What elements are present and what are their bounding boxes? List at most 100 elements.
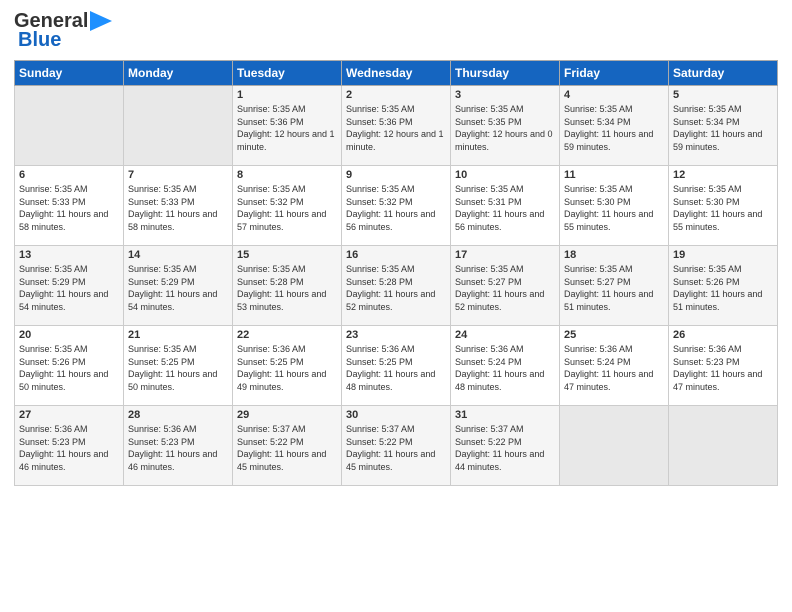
calendar-cell: 31 Sunrise: 5:37 AMSunset: 5:22 PMDayligh… xyxy=(451,406,560,486)
calendar-cell: 26 Sunrise: 5:36 AMSunset: 5:23 PMDayligh… xyxy=(669,326,778,406)
day-info: Sunrise: 5:35 AMSunset: 5:30 PMDaylight:… xyxy=(564,183,664,233)
day-number: 27 xyxy=(19,409,119,421)
weekday-header-row: SundayMondayTuesdayWednesdayThursdayFrid… xyxy=(15,61,778,86)
day-number: 26 xyxy=(673,329,773,341)
day-info: Sunrise: 5:36 AMSunset: 5:23 PMDaylight:… xyxy=(128,423,228,473)
day-number: 12 xyxy=(673,169,773,181)
day-number: 6 xyxy=(19,169,119,181)
calendar-cell: 25 Sunrise: 5:36 AMSunset: 5:24 PMDayligh… xyxy=(560,326,669,406)
day-info: Sunrise: 5:35 AMSunset: 5:29 PMDaylight:… xyxy=(19,263,119,313)
day-number: 10 xyxy=(455,169,555,181)
day-info: Sunrise: 5:37 AMSunset: 5:22 PMDaylight:… xyxy=(346,423,446,473)
calendar-cell: 30 Sunrise: 5:37 AMSunset: 5:22 PMDayligh… xyxy=(342,406,451,486)
weekday-header-cell: Friday xyxy=(560,61,669,86)
calendar-cell: 17Sunrise: 5:35 AMSunset: 5:27 PMDayligh… xyxy=(451,246,560,326)
calendar-cell: 1 Sunrise: 5:35 AMSunset: 5:36 PMDaylight… xyxy=(233,86,342,166)
calendar-cell: 4 Sunrise: 5:35 AMSunset: 5:34 PMDaylight… xyxy=(560,86,669,166)
calendar-cell: 12 Sunrise: 5:35 AMSunset: 5:30 PMDayligh… xyxy=(669,166,778,246)
calendar-week-row: 1 Sunrise: 5:35 AMSunset: 5:36 PMDaylight… xyxy=(15,86,778,166)
calendar-week-row: 27 Sunrise: 5:36 AMSunset: 5:23 PMDayligh… xyxy=(15,406,778,486)
day-info: Sunrise: 5:36 AMSunset: 5:25 PMDaylight:… xyxy=(237,343,337,393)
calendar-cell: 7 Sunrise: 5:35 AMSunset: 5:33 PMDaylight… xyxy=(124,166,233,246)
day-number: 9 xyxy=(346,169,446,181)
logo: General Blue xyxy=(14,10,112,52)
day-info: Sunrise: 5:35 AMSunset: 5:31 PMDaylight:… xyxy=(455,183,555,233)
day-number: 5 xyxy=(673,89,773,101)
calendar-cell: 20 Sunrise: 5:35 AMSunset: 5:26 PMDayligh… xyxy=(15,326,124,406)
day-info: Sunrise: 5:35 AMSunset: 5:26 PMDaylight:… xyxy=(19,343,119,393)
day-info: Sunrise: 5:35 AMSunset: 5:30 PMDaylight:… xyxy=(673,183,773,233)
logo-blue: Blue xyxy=(18,29,61,52)
day-info: Sunrise: 5:35 AMSunset: 5:25 PMDaylight:… xyxy=(128,343,228,393)
day-info: Sunrise: 5:35 AMSunset: 5:34 PMDaylight:… xyxy=(673,103,773,153)
day-number: 7 xyxy=(128,169,228,181)
day-number: 3 xyxy=(455,89,555,101)
calendar-cell: 18 Sunrise: 5:35 AMSunset: 5:27 PMDayligh… xyxy=(560,246,669,326)
calendar-cell: 27 Sunrise: 5:36 AMSunset: 5:23 PMDayligh… xyxy=(15,406,124,486)
day-info: Sunrise: 5:35 AMSunset: 5:33 PMDaylight:… xyxy=(128,183,228,233)
calendar-cell: 3 Sunrise: 5:35 AMSunset: 5:35 PMDaylight… xyxy=(451,86,560,166)
day-number: 2 xyxy=(346,89,446,101)
day-info: Sunrise: 5:35 AMSunset: 5:32 PMDaylight:… xyxy=(346,183,446,233)
calendar-cell: 28 Sunrise: 5:36 AMSunset: 5:23 PMDayligh… xyxy=(124,406,233,486)
day-number: 18 xyxy=(564,249,664,261)
day-number: 17 xyxy=(455,249,555,261)
logo-arrow-icon xyxy=(90,11,112,31)
day-number: 4 xyxy=(564,89,664,101)
day-number: 24 xyxy=(455,329,555,341)
calendar-cell: 5 Sunrise: 5:35 AMSunset: 5:34 PMDaylight… xyxy=(669,86,778,166)
day-info: Sunrise: 5:35 AMSunset: 5:35 PMDaylight:… xyxy=(455,103,555,153)
calendar-table: SundayMondayTuesdayWednesdayThursdayFrid… xyxy=(14,60,778,486)
day-info: Sunrise: 5:35 AMSunset: 5:36 PMDaylight:… xyxy=(237,103,337,153)
day-info: Sunrise: 5:35 AMSunset: 5:34 PMDaylight:… xyxy=(564,103,664,153)
calendar-cell xyxy=(124,86,233,166)
weekday-header-cell: Sunday xyxy=(15,61,124,86)
calendar-cell: 10 Sunrise: 5:35 AMSunset: 5:31 PMDayligh… xyxy=(451,166,560,246)
weekday-header-cell: Saturday xyxy=(669,61,778,86)
day-number: 28 xyxy=(128,409,228,421)
calendar-cell: 13 Sunrise: 5:35 AMSunset: 5:29 PMDayligh… xyxy=(15,246,124,326)
day-info: Sunrise: 5:35 AMSunset: 5:27 PMDaylight:… xyxy=(564,263,664,313)
calendar-cell: 9 Sunrise: 5:35 AMSunset: 5:32 PMDaylight… xyxy=(342,166,451,246)
calendar-body: 1 Sunrise: 5:35 AMSunset: 5:36 PMDaylight… xyxy=(15,86,778,486)
day-number: 22 xyxy=(237,329,337,341)
day-info: Sunrise: 5:36 AMSunset: 5:23 PMDaylight:… xyxy=(19,423,119,473)
day-number: 23 xyxy=(346,329,446,341)
day-info: Sunrise: 5:36 AMSunset: 5:23 PMDaylight:… xyxy=(673,343,773,393)
calendar-cell: 29 Sunrise: 5:37 AMSunset: 5:22 PMDayligh… xyxy=(233,406,342,486)
weekday-header-cell: Wednesday xyxy=(342,61,451,86)
day-number: 21 xyxy=(128,329,228,341)
day-info: Sunrise: 5:35 AMSunset: 5:28 PMDaylight:… xyxy=(237,263,337,313)
day-number: 15 xyxy=(237,249,337,261)
calendar-cell: 11Sunrise: 5:35 AMSunset: 5:30 PMDayligh… xyxy=(560,166,669,246)
day-number: 19 xyxy=(673,249,773,261)
day-info: Sunrise: 5:35 AMSunset: 5:26 PMDaylight:… xyxy=(673,263,773,313)
day-info: Sunrise: 5:37 AMSunset: 5:22 PMDaylight:… xyxy=(237,423,337,473)
calendar-cell: 8Sunrise: 5:35 AMSunset: 5:32 PMDaylight… xyxy=(233,166,342,246)
day-number: 13 xyxy=(19,249,119,261)
day-number: 25 xyxy=(564,329,664,341)
calendar-week-row: 6 Sunrise: 5:35 AMSunset: 5:33 PMDaylight… xyxy=(15,166,778,246)
calendar-cell: 2 Sunrise: 5:35 AMSunset: 5:36 PMDaylight… xyxy=(342,86,451,166)
calendar-cell: 22 Sunrise: 5:36 AMSunset: 5:25 PMDayligh… xyxy=(233,326,342,406)
weekday-header-cell: Monday xyxy=(124,61,233,86)
day-info: Sunrise: 5:35 AMSunset: 5:33 PMDaylight:… xyxy=(19,183,119,233)
day-number: 14 xyxy=(128,249,228,261)
calendar-week-row: 13 Sunrise: 5:35 AMSunset: 5:29 PMDayligh… xyxy=(15,246,778,326)
day-info: Sunrise: 5:37 AMSunset: 5:22 PMDaylight:… xyxy=(455,423,555,473)
day-info: Sunrise: 5:35 AMSunset: 5:36 PMDaylight:… xyxy=(346,103,446,153)
calendar-cell: 21 Sunrise: 5:35 AMSunset: 5:25 PMDayligh… xyxy=(124,326,233,406)
day-number: 31 xyxy=(455,409,555,421)
day-info: Sunrise: 5:36 AMSunset: 5:24 PMDaylight:… xyxy=(564,343,664,393)
day-info: Sunrise: 5:35 AMSunset: 5:32 PMDaylight:… xyxy=(237,183,337,233)
day-number: 30 xyxy=(346,409,446,421)
day-info: Sunrise: 5:36 AMSunset: 5:24 PMDaylight:… xyxy=(455,343,555,393)
day-number: 20 xyxy=(19,329,119,341)
calendar-cell xyxy=(15,86,124,166)
weekday-header-cell: Tuesday xyxy=(233,61,342,86)
day-number: 1 xyxy=(237,89,337,101)
calendar-cell: 6 Sunrise: 5:35 AMSunset: 5:33 PMDaylight… xyxy=(15,166,124,246)
day-number: 29 xyxy=(237,409,337,421)
day-number: 16 xyxy=(346,249,446,261)
calendar-cell: 24 Sunrise: 5:36 AMSunset: 5:24 PMDayligh… xyxy=(451,326,560,406)
